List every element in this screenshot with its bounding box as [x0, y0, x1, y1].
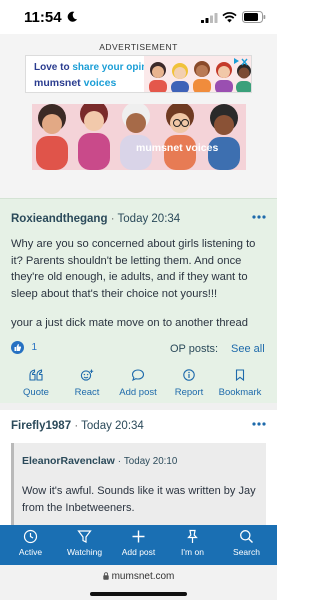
post-firefly1987: Firefly1987 · Today 20:34 EleanorRavencl… [0, 410, 277, 525]
op-posts-label: OP posts: [170, 343, 219, 355]
post-paragraph: your a just dick mate move on to another… [11, 317, 248, 329]
action-label: Quote [23, 387, 49, 398]
post-separator: · [110, 213, 115, 225]
nav-search[interactable]: Search [219, 529, 274, 557]
clock-icon [23, 529, 38, 544]
react-icon [80, 369, 94, 381]
nav-watching[interactable]: Watching [57, 529, 112, 557]
nav-im-on[interactable]: I'm on [165, 529, 220, 557]
nav-label: I'm on [181, 547, 204, 557]
post-roxieandthegang: Roxieandthegang · Today 20:34 Why are yo… [0, 198, 277, 403]
see-all-link[interactable]: See all [231, 343, 265, 355]
quote-author[interactable]: EleanorRavenclaw [22, 455, 115, 467]
ad-illustration-large [32, 104, 246, 170]
filter-icon [77, 530, 92, 543]
quote-text: Wow it's awful. Sounds like it was writt… [22, 485, 256, 514]
wifi-icon [222, 12, 237, 23]
ad-label: ADVERTISEMENT [99, 42, 178, 52]
action-label: Report [174, 387, 204, 398]
battery-icon [242, 11, 266, 23]
action-label: Add post [119, 387, 157, 398]
home-indicator[interactable] [90, 592, 187, 596]
post-body: Why are you so concerned about girls lis… [11, 236, 269, 332]
post-time: Today 20:34 [117, 213, 181, 225]
ad-banner-text: Love to [34, 62, 73, 73]
status-time: 11:54 [24, 9, 62, 26]
browser-url-bar[interactable]: mumsnet.com [0, 565, 277, 600]
info-icon [183, 369, 195, 381]
quote-icon [29, 369, 43, 381]
more-options-icon[interactable] [252, 215, 266, 219]
ad-banner-large-text: mumsnet voices [136, 142, 219, 154]
plus-icon [132, 530, 145, 543]
reactions[interactable]: 1 [11, 339, 37, 357]
lock-icon [102, 572, 109, 580]
url-text: mumsnet.com [111, 571, 175, 582]
post-author[interactable]: Firefly1987 [11, 420, 71, 432]
post-header: Roxieandthegang · Today 20:34 [11, 213, 180, 225]
post-divider [0, 403, 277, 410]
ad-banner-top[interactable]: Love to share your opinion? mumsnet voic… [25, 55, 252, 93]
search-icon [240, 530, 253, 543]
post-author[interactable]: Roxieandthegang [11, 213, 107, 225]
status-bar: 11:54 [0, 0, 277, 34]
quoted-post: EleanorRavenclaw · Today 20:10 Wow it's … [11, 443, 266, 525]
ad-banner-brand: mumsnet [34, 77, 81, 89]
quote-header: EleanorRavenclaw · Today 20:10 [22, 455, 177, 467]
nav-add-post[interactable]: Add post [111, 529, 166, 557]
bottom-nav: Active Watching Add post I'm on Search [0, 525, 277, 565]
bookmark-button[interactable]: Bookmark [210, 367, 270, 400]
ad-area: ADVERTISEMENT Love to share your opinion… [0, 34, 277, 198]
nav-label: Add post [121, 547, 156, 557]
nav-label: Search [233, 547, 260, 557]
moon-icon [67, 11, 78, 22]
action-label: Bookmark [218, 387, 262, 398]
thumbs-up-icon [11, 341, 24, 355]
post-separator: · [74, 420, 79, 432]
nav-label: Watching [66, 547, 103, 557]
like-count: 1 [31, 342, 38, 354]
signal-icon [201, 13, 218, 23]
ad-banner-brand-suffix: voices [80, 77, 117, 89]
post-paragraph: Why are you so concerned about girls lis… [11, 238, 256, 300]
ad-banner-large[interactable]: mumsnet voices [32, 104, 246, 170]
post-actions: Quote React Add post Report Bookmark [0, 367, 277, 401]
nav-label: Active [18, 547, 43, 557]
post-header: Firefly1987 · Today 20:34 [11, 420, 144, 432]
ad-choices-icon[interactable] [233, 57, 249, 68]
more-options-icon[interactable] [252, 422, 266, 426]
quote-time: Today 20:10 [123, 456, 178, 467]
quote-separator: · [117, 456, 121, 467]
action-label: React [74, 387, 100, 398]
nav-active[interactable]: Active [3, 529, 58, 557]
pin-icon [187, 529, 198, 543]
comment-icon [131, 369, 145, 381]
post-time: Today 20:34 [81, 420, 144, 432]
bookmark-icon [235, 369, 245, 381]
